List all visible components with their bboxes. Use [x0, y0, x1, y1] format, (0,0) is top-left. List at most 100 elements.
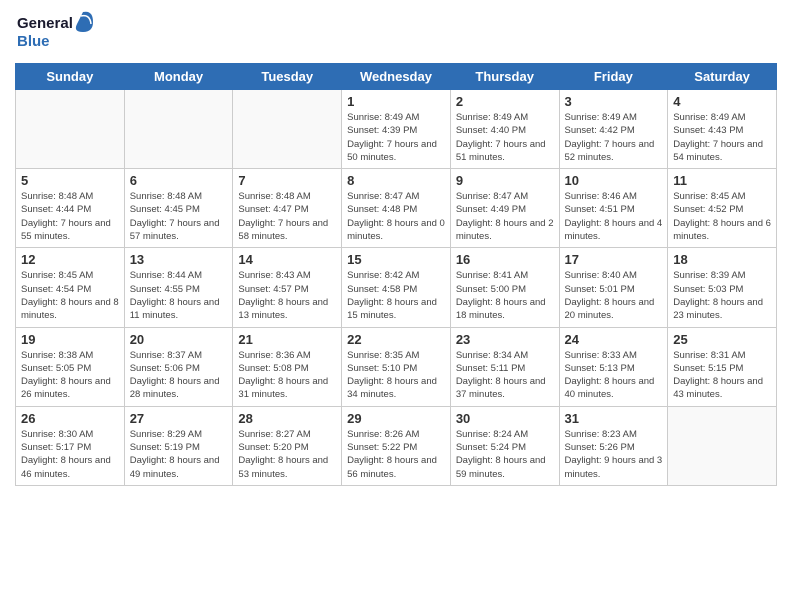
day-number: 1 — [347, 94, 445, 109]
day-info: Sunrise: 8:49 AM Sunset: 4:42 PM Dayligh… — [565, 111, 663, 164]
day-info: Sunrise: 8:48 AM Sunset: 4:45 PM Dayligh… — [130, 190, 228, 243]
calendar-cell: 30 Sunrise: 8:24 AM Sunset: 5:24 PM Dayli… — [450, 406, 559, 485]
day-info: Sunrise: 8:48 AM Sunset: 4:44 PM Dayligh… — [21, 190, 119, 243]
day-number: 30 — [456, 411, 554, 426]
weekday-header: Saturday — [668, 64, 777, 90]
weekday-header: Monday — [124, 64, 233, 90]
calendar-cell: 23 Sunrise: 8:34 AM Sunset: 5:11 PM Dayli… — [450, 327, 559, 406]
day-info: Sunrise: 8:37 AM Sunset: 5:06 PM Dayligh… — [130, 349, 228, 402]
day-number: 27 — [130, 411, 228, 426]
day-info: Sunrise: 8:43 AM Sunset: 4:57 PM Dayligh… — [238, 269, 336, 322]
calendar-cell: 19 Sunrise: 8:38 AM Sunset: 5:05 PM Dayli… — [16, 327, 125, 406]
day-number: 22 — [347, 332, 445, 347]
day-info: Sunrise: 8:40 AM Sunset: 5:01 PM Dayligh… — [565, 269, 663, 322]
day-number: 6 — [130, 173, 228, 188]
calendar-cell: 24 Sunrise: 8:33 AM Sunset: 5:13 PM Dayli… — [559, 327, 668, 406]
calendar-cell: 14Sunrise: 8:43 AM Sunset: 4:57 PM Dayli… — [233, 248, 342, 327]
day-info: Sunrise: 8:29 AM Sunset: 5:19 PM Dayligh… — [130, 428, 228, 481]
day-number: 8 — [347, 173, 445, 188]
calendar-cell: 27 Sunrise: 8:29 AM Sunset: 5:19 PM Dayli… — [124, 406, 233, 485]
calendar-cell — [16, 90, 125, 169]
calendar-cell: 1 Sunrise: 8:49 AM Sunset: 4:39 PM Daylig… — [342, 90, 451, 169]
day-info: Sunrise: 8:35 AM Sunset: 5:10 PM Dayligh… — [347, 349, 445, 402]
calendar-week-row: 26 Sunrise: 8:30 AM Sunset: 5:17 PM Dayli… — [16, 406, 777, 485]
weekday-header: Friday — [559, 64, 668, 90]
day-number: 17 — [565, 252, 663, 267]
day-number: 12 — [21, 252, 119, 267]
day-info: Sunrise: 8:23 AM Sunset: 5:26 PM Dayligh… — [565, 428, 663, 481]
calendar-cell: 16Sunrise: 8:41 AM Sunset: 5:00 PM Dayli… — [450, 248, 559, 327]
day-number: 15 — [347, 252, 445, 267]
calendar-cell: 20 Sunrise: 8:37 AM Sunset: 5:06 PM Dayli… — [124, 327, 233, 406]
day-info: Sunrise: 8:45 AM Sunset: 4:54 PM Dayligh… — [21, 269, 119, 322]
calendar-cell: 6 Sunrise: 8:48 AM Sunset: 4:45 PM Daylig… — [124, 169, 233, 248]
day-number: 24 — [565, 332, 663, 347]
calendar-table: SundayMondayTuesdayWednesdayThursdayFrid… — [15, 63, 777, 486]
day-info: Sunrise: 8:36 AM Sunset: 5:08 PM Dayligh… — [238, 349, 336, 402]
day-number: 18 — [673, 252, 771, 267]
calendar-cell: 8 Sunrise: 8:47 AM Sunset: 4:48 PM Daylig… — [342, 169, 451, 248]
day-number: 25 — [673, 332, 771, 347]
calendar-cell — [124, 90, 233, 169]
logo-svg: General Blue — [15, 10, 95, 55]
day-info: Sunrise: 8:41 AM Sunset: 5:00 PM Dayligh… — [456, 269, 554, 322]
day-number: 7 — [238, 173, 336, 188]
day-info: Sunrise: 8:42 AM Sunset: 4:58 PM Dayligh… — [347, 269, 445, 322]
logo: General Blue — [15, 10, 95, 55]
calendar-cell — [668, 406, 777, 485]
day-info: Sunrise: 8:26 AM Sunset: 5:22 PM Dayligh… — [347, 428, 445, 481]
day-info: Sunrise: 8:27 AM Sunset: 5:20 PM Dayligh… — [238, 428, 336, 481]
calendar-cell: 18 Sunrise: 8:39 AM Sunset: 5:03 PM Dayli… — [668, 248, 777, 327]
day-number: 9 — [456, 173, 554, 188]
day-info: Sunrise: 8:47 AM Sunset: 4:48 PM Dayligh… — [347, 190, 445, 243]
svg-text:Blue: Blue — [17, 33, 50, 50]
day-info: Sunrise: 8:49 AM Sunset: 4:39 PM Dayligh… — [347, 111, 445, 164]
weekday-header: Thursday — [450, 64, 559, 90]
calendar-week-row: 19 Sunrise: 8:38 AM Sunset: 5:05 PM Dayli… — [16, 327, 777, 406]
calendar-cell: 4Sunrise: 8:49 AM Sunset: 4:43 PM Daylig… — [668, 90, 777, 169]
calendar-header-row: SundayMondayTuesdayWednesdayThursdayFrid… — [16, 64, 777, 90]
calendar-cell: 9 Sunrise: 8:47 AM Sunset: 4:49 PM Daylig… — [450, 169, 559, 248]
day-number: 13 — [130, 252, 228, 267]
day-number: 21 — [238, 332, 336, 347]
calendar-cell: 26 Sunrise: 8:30 AM Sunset: 5:17 PM Dayli… — [16, 406, 125, 485]
day-number: 4 — [673, 94, 771, 109]
day-number: 29 — [347, 411, 445, 426]
day-number: 2 — [456, 94, 554, 109]
calendar-cell: 2 Sunrise: 8:49 AM Sunset: 4:40 PM Daylig… — [450, 90, 559, 169]
day-info: Sunrise: 8:47 AM Sunset: 4:49 PM Dayligh… — [456, 190, 554, 243]
day-number: 26 — [21, 411, 119, 426]
page: General Blue SundayMondayTuesdayWednesda… — [0, 0, 792, 612]
day-info: Sunrise: 8:34 AM Sunset: 5:11 PM Dayligh… — [456, 349, 554, 402]
day-number: 19 — [21, 332, 119, 347]
day-info: Sunrise: 8:38 AM Sunset: 5:05 PM Dayligh… — [21, 349, 119, 402]
calendar-cell — [233, 90, 342, 169]
day-info: Sunrise: 8:31 AM Sunset: 5:15 PM Dayligh… — [673, 349, 771, 402]
calendar-week-row: 12 Sunrise: 8:45 AM Sunset: 4:54 PM Dayli… — [16, 248, 777, 327]
day-info: Sunrise: 8:30 AM Sunset: 5:17 PM Dayligh… — [21, 428, 119, 481]
day-info: Sunrise: 8:46 AM Sunset: 4:51 PM Dayligh… — [565, 190, 663, 243]
day-info: Sunrise: 8:33 AM Sunset: 5:13 PM Dayligh… — [565, 349, 663, 402]
calendar-cell: 22 Sunrise: 8:35 AM Sunset: 5:10 PM Dayli… — [342, 327, 451, 406]
calendar-cell: 21 Sunrise: 8:36 AM Sunset: 5:08 PM Dayli… — [233, 327, 342, 406]
day-info: Sunrise: 8:45 AM Sunset: 4:52 PM Dayligh… — [673, 190, 771, 243]
calendar-cell: 28Sunrise: 8:27 AM Sunset: 5:20 PM Dayli… — [233, 406, 342, 485]
day-number: 3 — [565, 94, 663, 109]
calendar-cell: 31Sunrise: 8:23 AM Sunset: 5:26 PM Dayli… — [559, 406, 668, 485]
day-info: Sunrise: 8:48 AM Sunset: 4:47 PM Dayligh… — [238, 190, 336, 243]
calendar-cell: 7 Sunrise: 8:48 AM Sunset: 4:47 PM Daylig… — [233, 169, 342, 248]
calendar-cell: 10Sunrise: 8:46 AM Sunset: 4:51 PM Dayli… — [559, 169, 668, 248]
svg-text:General: General — [17, 15, 73, 32]
weekday-header: Sunday — [16, 64, 125, 90]
day-info: Sunrise: 8:39 AM Sunset: 5:03 PM Dayligh… — [673, 269, 771, 322]
calendar-week-row: 1 Sunrise: 8:49 AM Sunset: 4:39 PM Daylig… — [16, 90, 777, 169]
calendar-cell: 12 Sunrise: 8:45 AM Sunset: 4:54 PM Dayli… — [16, 248, 125, 327]
day-number: 11 — [673, 173, 771, 188]
day-info: Sunrise: 8:24 AM Sunset: 5:24 PM Dayligh… — [456, 428, 554, 481]
calendar-cell: 29 Sunrise: 8:26 AM Sunset: 5:22 PM Dayli… — [342, 406, 451, 485]
calendar-cell: 25 Sunrise: 8:31 AM Sunset: 5:15 PM Dayli… — [668, 327, 777, 406]
day-number: 20 — [130, 332, 228, 347]
day-info: Sunrise: 8:44 AM Sunset: 4:55 PM Dayligh… — [130, 269, 228, 322]
day-number: 23 — [456, 332, 554, 347]
day-info: Sunrise: 8:49 AM Sunset: 4:40 PM Dayligh… — [456, 111, 554, 164]
